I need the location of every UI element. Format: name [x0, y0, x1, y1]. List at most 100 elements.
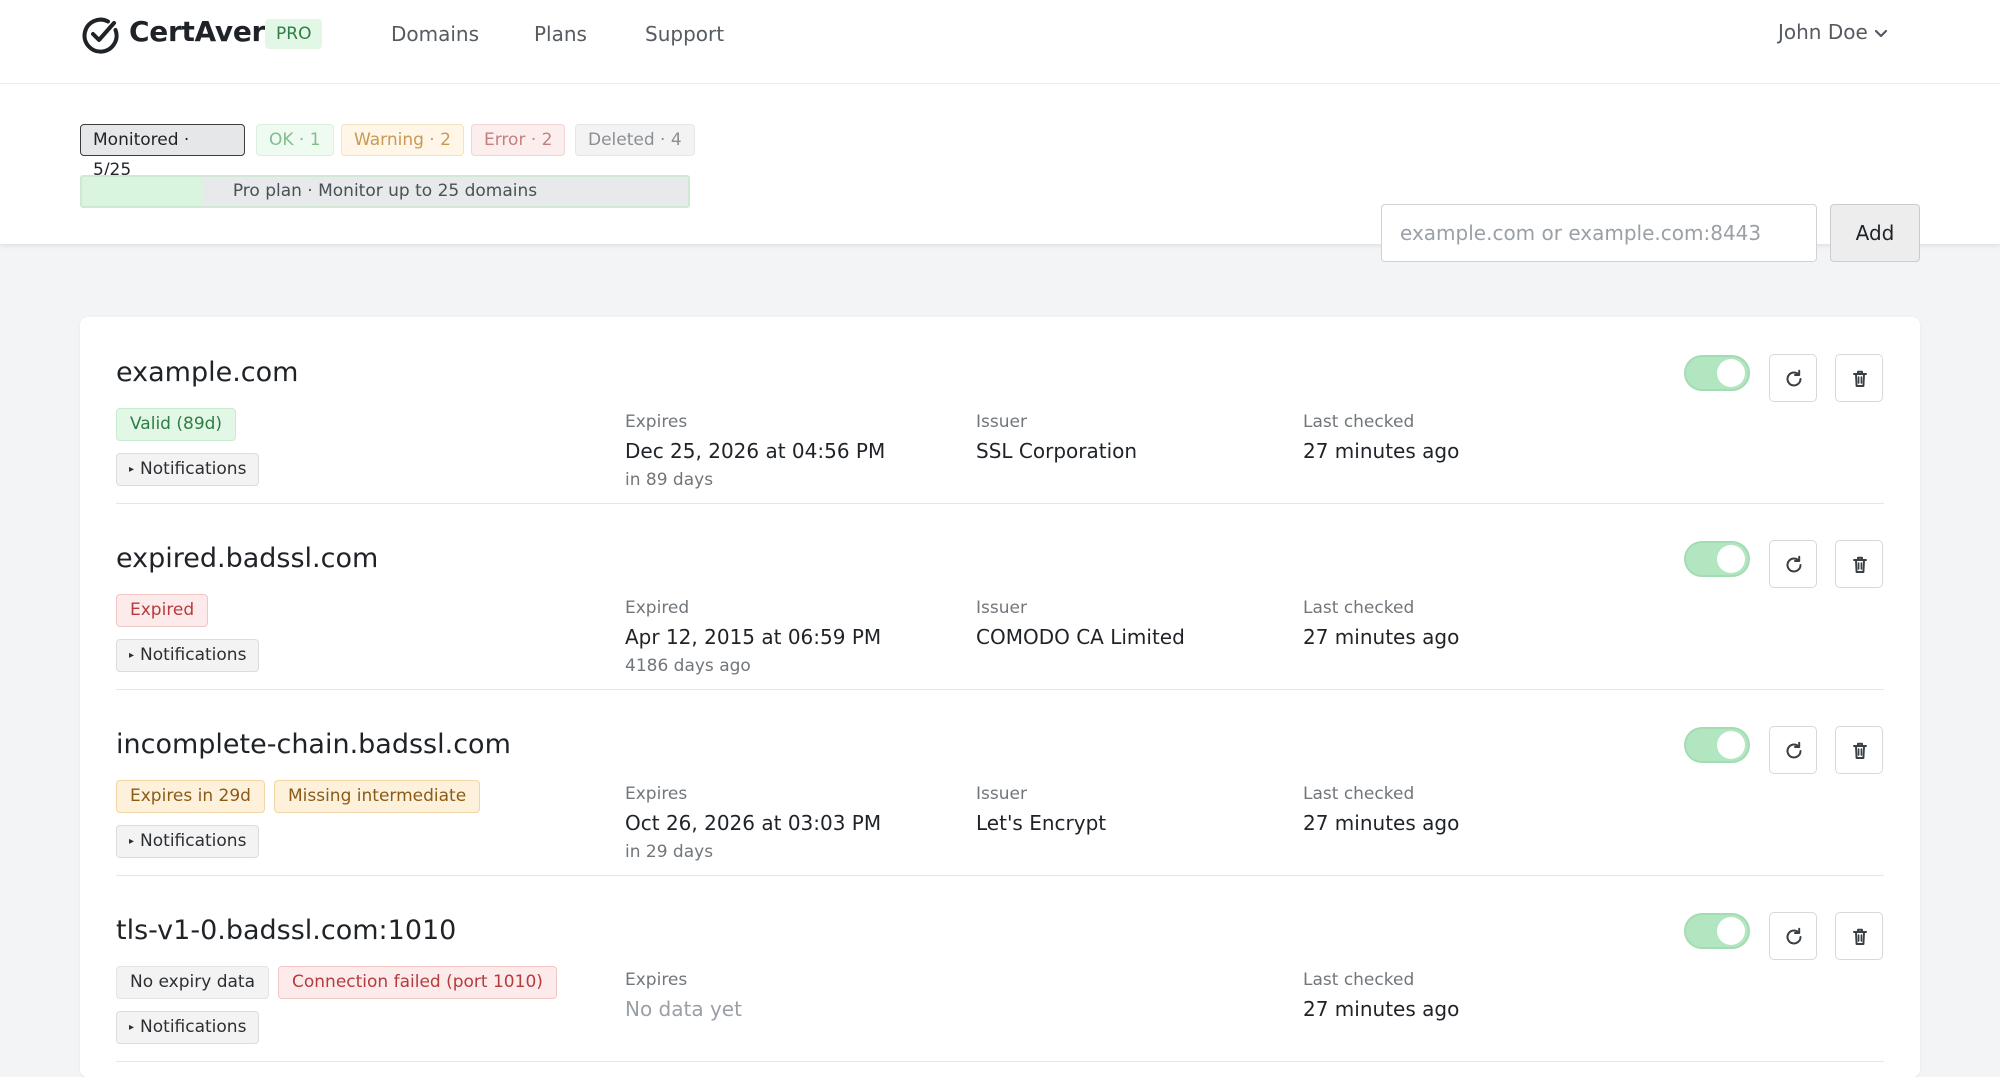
last-checked-value: 27 minutes ago: [1303, 811, 1460, 835]
notifications-label: Notifications: [140, 831, 247, 851]
caret-right-icon: ▸: [129, 464, 135, 475]
issuer-block: Issuer SSL Corporation: [976, 409, 1137, 467]
status-badge: Expires in 29d: [116, 780, 265, 813]
notifications-label: Notifications: [140, 459, 247, 479]
nav-support[interactable]: Support: [645, 22, 724, 46]
refresh-icon: [1786, 369, 1802, 387]
user-menu[interactable]: John Doe: [1778, 20, 1888, 44]
trash-icon: [1853, 370, 1867, 387]
delete-button[interactable]: [1835, 540, 1883, 588]
notifications-toggle[interactable]: ▸ Notifications: [116, 639, 260, 672]
domain-name[interactable]: example.com: [116, 357, 298, 388]
monitor-toggle[interactable]: [1684, 913, 1750, 949]
expiry-relative: in 29 days: [625, 842, 714, 862]
plan-usage-bar: Pro plan · Monitor up to 25 domains: [80, 175, 690, 208]
notifications-label: Notifications: [140, 1017, 247, 1037]
toggle-knob: [1717, 917, 1745, 945]
expiry-date: No data yet: [625, 997, 742, 1021]
issuer-block: Issuer Let's Encrypt: [976, 781, 1106, 839]
delete-button[interactable]: [1835, 912, 1883, 960]
last-checked-label: Last checked: [1303, 412, 1415, 432]
issuer-label: Issuer: [976, 598, 1027, 618]
monitor-toggle[interactable]: [1684, 727, 1750, 763]
refresh-button[interactable]: [1769, 354, 1817, 402]
monitor-toggle[interactable]: [1684, 541, 1750, 577]
filter-monitored[interactable]: Monitored · 5/25: [80, 124, 245, 180]
status-badge: No expiry data: [116, 966, 270, 999]
refresh-icon: [1786, 555, 1802, 573]
status-tags: No expiry data Connection failed (port 10…: [116, 966, 566, 999]
nav-plans[interactable]: Plans: [534, 22, 587, 46]
expiry-label: Expires: [625, 970, 688, 990]
expiry-block: Expires Dec 25, 2026 at 04:56 PM in 89 day…: [625, 409, 885, 493]
caret-right-icon: ▸: [129, 836, 135, 847]
issuer-value: Let's Encrypt: [976, 811, 1107, 835]
last-checked-block: Last checked 27 minutes ago: [1303, 595, 1459, 653]
issuer-value: COMODO CA Limited: [976, 625, 1185, 649]
monitor-toggle[interactable]: [1684, 355, 1750, 391]
notifications-toggle[interactable]: ▸ Notifications: [116, 453, 260, 486]
expiry-date: Oct 26, 2026 at 03:03 PM: [625, 811, 882, 835]
notifications-toggle[interactable]: ▸ Notifications: [116, 825, 260, 858]
delete-button[interactable]: [1835, 354, 1883, 402]
last-checked-value: 27 minutes ago: [1303, 439, 1460, 463]
brand-name[interactable]: CertAvert: [129, 15, 278, 48]
last-checked-label: Last checked: [1303, 598, 1415, 618]
expiry-label: Expires: [625, 784, 688, 804]
domain-row: incomplete-chain.badssl.com Expires in 29…: [116, 689, 1884, 876]
add-button[interactable]: Add: [1830, 204, 1920, 262]
expiry-date: Dec 25, 2026 at 04:56 PM: [625, 439, 886, 463]
domain-name[interactable]: incomplete-chain.badssl.com: [116, 729, 511, 760]
toggle-knob: [1717, 731, 1745, 759]
domain-name[interactable]: tls-v1-0.badssl.com:1010: [116, 915, 456, 946]
issuer-label: Issuer: [976, 784, 1027, 804]
top-navbar: CertAvert PRO Domains Plans Support John…: [0, 0, 2000, 84]
trash-icon: [1853, 742, 1867, 759]
status-tags: Expires in 29d Missing intermediate: [116, 780, 489, 813]
domain-row: tls-v1-0.badssl.com:1010 No expiry data Co…: [116, 875, 1884, 1062]
refresh-button[interactable]: [1769, 912, 1817, 960]
expiry-label: Expired: [625, 598, 690, 618]
filter-error[interactable]: Error · 2: [471, 124, 566, 156]
last-checked-value: 27 minutes ago: [1303, 997, 1460, 1021]
plan-badge: PRO: [265, 19, 323, 49]
filter-ok[interactable]: OK · 1: [256, 124, 334, 156]
expiry-relative: 4186 days ago: [625, 656, 751, 676]
expiry-block: Expired Apr 12, 2015 at 06:59 PM 4186 days…: [625, 595, 881, 679]
expiry-relative: in 89 days: [625, 470, 714, 490]
issuer-value: SSL Corporation: [976, 439, 1138, 463]
toggle-knob: [1717, 545, 1745, 573]
check-circle-logo-icon[interactable]: [80, 14, 120, 54]
expiry-label: Expires: [625, 412, 688, 432]
status-badge: Valid (89d): [116, 408, 237, 441]
last-checked-label: Last checked: [1303, 784, 1415, 804]
toggle-knob: [1717, 359, 1745, 387]
filter-deleted[interactable]: Deleted · 4: [575, 124, 695, 156]
filter-warning[interactable]: Warning · 2: [341, 124, 464, 156]
status-badge: Missing intermediate: [273, 780, 481, 813]
refresh-button[interactable]: [1769, 540, 1817, 588]
expiry-date: Apr 12, 2015 at 06:59 PM: [625, 625, 882, 649]
domain-input[interactable]: [1381, 204, 1817, 262]
refresh-button[interactable]: [1769, 726, 1817, 774]
notifications-toggle[interactable]: ▸ Notifications: [116, 1011, 260, 1044]
domain-list-card: example.com Valid (89d) ▸ Notifications Expi…: [80, 317, 1920, 1077]
toolbar: Monitored · 5/25 OK · 1 Warning · 2 Erro…: [0, 84, 2000, 262]
user-name: John Doe: [1778, 20, 1868, 44]
domain-row: expired.badssl.com Expired ▸ Notifications E…: [116, 503, 1884, 690]
status-tags: Expired: [116, 594, 217, 627]
domain-name[interactable]: expired.badssl.com: [116, 543, 378, 574]
last-checked-label: Last checked: [1303, 970, 1415, 990]
refresh-icon: [1786, 927, 1802, 945]
status-badge: Connection failed (port 1010): [278, 966, 557, 999]
last-checked-block: Last checked 27 minutes ago: [1303, 781, 1459, 839]
chevron-down-icon: [1874, 29, 1887, 37]
last-checked-value: 27 minutes ago: [1303, 625, 1460, 649]
trash-icon: [1853, 928, 1867, 945]
delete-button[interactable]: [1835, 726, 1883, 774]
trash-icon: [1853, 556, 1867, 573]
expiry-block: Expires No data yet: [625, 967, 742, 1025]
status-tags: Valid (89d): [116, 408, 245, 441]
nav-domains[interactable]: Domains: [391, 22, 479, 46]
issuer-label: Issuer: [976, 412, 1027, 432]
